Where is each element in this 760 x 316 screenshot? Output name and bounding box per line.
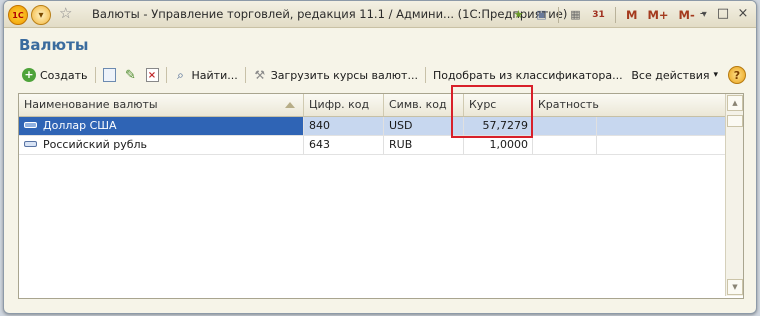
separator: [165, 67, 167, 83]
title-bar: 1C ▾ ☆ Валюты - Управление торговлей, ре…: [4, 1, 756, 28]
cell-num-code: 840: [304, 117, 384, 135]
sort-icon: [285, 102, 295, 108]
pick-classifier-label: Подобрать из классификатора...: [432, 68, 623, 82]
column-header-name[interactable]: Наименование валюты: [19, 94, 304, 116]
vertical-scrollbar[interactable]: ▲ ▼: [725, 94, 743, 296]
title-tools: ★ ▣ ▦ 31 M M+ M- ▾: [509, 5, 707, 24]
pencil-icon: ✎: [125, 67, 136, 83]
separator: [94, 67, 96, 83]
column-header-num-code[interactable]: Цифр. код: [304, 94, 384, 116]
wrench-icon: ⚒: [254, 68, 266, 82]
main-menu-button[interactable]: ▾: [31, 5, 51, 25]
scroll-thumb[interactable]: [727, 115, 743, 127]
pick-classifier-button[interactable]: Подобрать из классификатора...: [429, 65, 627, 85]
cell-multiplicity: [533, 136, 597, 154]
calculator-icon[interactable]: ▦: [566, 5, 585, 24]
calendar-icon[interactable]: 31: [589, 5, 608, 24]
currency-table: Наименование валюты Цифр. код Симв. код …: [18, 93, 744, 299]
cell-empty: [597, 117, 725, 135]
cell-multiplicity: [533, 117, 597, 135]
cell-sym-code: RUB: [384, 136, 464, 154]
table-row[interactable]: Российский рубль 643 RUB 1,0000: [19, 136, 725, 155]
all-actions-label: Все действия: [631, 68, 710, 82]
load-rates-label: Загрузить курсы валют...: [270, 68, 418, 82]
load-rates-button[interactable]: ⚒ Загрузить курсы валют...: [249, 65, 422, 85]
memory-plus-button[interactable]: M+: [644, 8, 671, 22]
column-header-multiplicity[interactable]: Кратность: [533, 94, 725, 116]
find-button[interactable]: ⌕ Найти...: [170, 65, 242, 85]
search-icon: ⌕: [177, 67, 184, 82]
help-icon[interactable]: ?: [728, 66, 746, 84]
currency-icon: [24, 122, 37, 128]
maximize-icon[interactable]: □: [714, 4, 732, 22]
separator: [424, 67, 426, 83]
app-window: 1C ▾ ☆ Валюты - Управление торговлей, ре…: [3, 0, 757, 314]
command-bar: + Создать ✎ × ⌕ Найти... ⚒ Загрузить кур…: [18, 64, 746, 86]
window-controls: – □ ×: [694, 4, 752, 22]
memory-m-button[interactable]: M: [623, 8, 640, 22]
cell-name: Российский рубль: [19, 136, 304, 154]
scroll-up-icon[interactable]: ▲: [727, 95, 743, 111]
edit-button[interactable]: ✎: [120, 65, 142, 85]
rate-highlight-box: [451, 85, 533, 138]
delete-icon: ×: [145, 68, 159, 82]
page-title: Валюты: [19, 36, 89, 54]
chevron-down-icon: ▾: [713, 70, 718, 80]
copy-button[interactable]: [99, 65, 120, 85]
create-button[interactable]: + Создать: [18, 65, 92, 85]
favorite-star-icon[interactable]: ☆: [59, 4, 72, 22]
separator: [558, 6, 559, 23]
scroll-down-icon[interactable]: ▼: [727, 279, 743, 295]
window-title: Валюты - Управление торговлей, редакция …: [92, 7, 568, 21]
copy-icon: [99, 68, 116, 84]
add-favorite-icon[interactable]: ★: [509, 5, 528, 24]
cell-rate: 1,0000: [464, 136, 533, 154]
separator: [244, 67, 246, 83]
cell-name: Доллар США: [19, 117, 304, 135]
bookmark-icon[interactable]: ▣: [532, 5, 551, 24]
plus-icon: +: [22, 68, 36, 82]
create-label: Создать: [40, 68, 88, 82]
1c-logo-icon[interactable]: 1C: [8, 5, 28, 25]
currency-icon: [24, 141, 37, 147]
separator: [615, 6, 616, 23]
table-row[interactable]: Доллар США 840 USD 57,7279: [19, 117, 725, 136]
minimize-icon[interactable]: –: [694, 4, 712, 22]
all-actions-menu[interactable]: Все действия ▾: [631, 69, 728, 82]
find-label: Найти...: [191, 68, 238, 82]
table-header: Наименование валюты Цифр. код Симв. код …: [19, 94, 725, 117]
close-icon[interactable]: ×: [734, 4, 752, 22]
delete-button[interactable]: ×: [142, 65, 163, 85]
cell-num-code: 643: [304, 136, 384, 154]
cell-empty: [597, 136, 725, 154]
